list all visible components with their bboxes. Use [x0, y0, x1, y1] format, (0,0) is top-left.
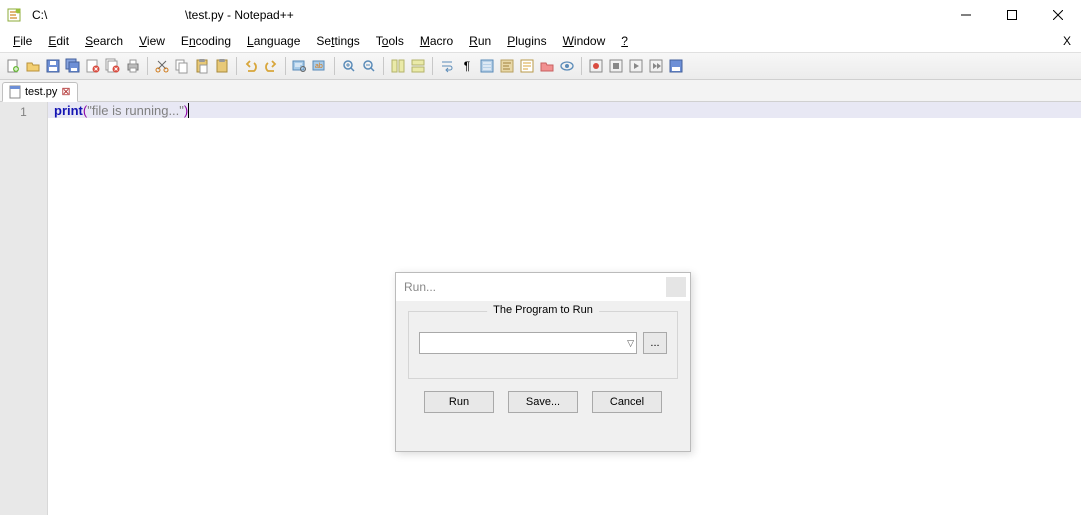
func-list-icon[interactable] — [518, 57, 536, 75]
play-icon[interactable] — [627, 57, 645, 75]
run-button[interactable]: Run — [424, 391, 494, 413]
save-icon[interactable] — [44, 57, 62, 75]
title-path: C:\ — [32, 8, 47, 22]
browse-button[interactable]: ... — [643, 332, 667, 354]
clipboard-icon[interactable] — [213, 57, 231, 75]
program-fieldset: The Program to Run ▽ ... — [408, 311, 678, 379]
save-macro-icon[interactable] — [667, 57, 685, 75]
menu-language[interactable]: Language — [240, 32, 307, 50]
find-icon[interactable] — [291, 57, 309, 75]
save-button[interactable]: Save... — [508, 391, 578, 413]
menu-settings[interactable]: Settings — [309, 32, 366, 50]
toolbar-separator — [581, 57, 582, 75]
menu-close-x[interactable]: X — [1063, 34, 1071, 48]
window-titlebar: C:\ \test.py - Notepad++ — [0, 0, 1081, 30]
menu-edit[interactable]: Edit — [41, 32, 76, 50]
toolbar-separator — [383, 57, 384, 75]
save-all-icon[interactable] — [64, 57, 82, 75]
folder-icon[interactable] — [538, 57, 556, 75]
title-document: \test.py - Notepad++ — [185, 8, 294, 22]
file-icon — [9, 85, 21, 99]
svg-text:ab: ab — [315, 63, 323, 70]
line-number: 1 — [0, 104, 47, 120]
copy-icon[interactable] — [173, 57, 191, 75]
open-file-icon[interactable] — [24, 57, 42, 75]
menu-plugins[interactable]: Plugins — [500, 32, 553, 50]
lang-icon[interactable] — [498, 57, 516, 75]
fieldset-legend: The Program to Run — [487, 304, 599, 316]
menu-bar: File Edit Search View Encoding Language … — [0, 30, 1081, 52]
toolbar-separator — [285, 57, 286, 75]
dialog-close-button[interactable] — [666, 277, 686, 297]
toolbar-separator — [236, 57, 237, 75]
menu-window[interactable]: Window — [556, 32, 613, 50]
print-icon[interactable] — [124, 57, 142, 75]
tab-label: test.py — [25, 86, 57, 98]
menu-tools[interactable]: Tools — [369, 32, 411, 50]
zoom-in-icon[interactable] — [340, 57, 358, 75]
indent-guide-icon[interactable] — [478, 57, 496, 75]
replace-icon[interactable]: ab — [311, 57, 329, 75]
new-file-icon[interactable] — [4, 57, 22, 75]
menu-help[interactable]: ? — [614, 32, 635, 50]
menu-view[interactable]: View — [132, 32, 172, 50]
menu-run[interactable]: Run — [462, 32, 498, 50]
line-number-gutter: 1 — [0, 102, 48, 515]
text-caret — [188, 103, 189, 118]
play-multi-icon[interactable] — [647, 57, 665, 75]
toolbar-separator — [334, 57, 335, 75]
close-button[interactable] — [1035, 0, 1081, 30]
toolbar: ab ¶ — [0, 52, 1081, 80]
code-line: print("file is running...") — [48, 102, 1081, 118]
menu-file[interactable]: File — [6, 32, 39, 50]
monitor-icon[interactable] — [558, 57, 576, 75]
menu-macro[interactable]: Macro — [413, 32, 460, 50]
minimize-button[interactable] — [943, 0, 989, 30]
stop-record-icon[interactable] — [607, 57, 625, 75]
toolbar-separator — [147, 57, 148, 75]
cut-icon[interactable] — [153, 57, 171, 75]
sync-v-icon[interactable] — [389, 57, 407, 75]
chevron-down-icon: ▽ — [627, 338, 634, 349]
close-all-icon[interactable] — [104, 57, 122, 75]
record-icon[interactable] — [587, 57, 605, 75]
dialog-title: Run... — [404, 280, 436, 294]
redo-icon[interactable] — [262, 57, 280, 75]
tab-test-py[interactable]: test.py ⊠ — [2, 82, 78, 102]
tab-bar: test.py ⊠ — [0, 80, 1081, 102]
all-chars-icon[interactable]: ¶ — [458, 57, 476, 75]
menu-search[interactable]: Search — [78, 32, 130, 50]
sync-h-icon[interactable] — [409, 57, 427, 75]
run-dialog: Run... The Program to Run ▽ ... Run Save… — [395, 272, 691, 452]
tab-close-icon[interactable]: ⊠ — [61, 87, 71, 97]
program-combobox[interactable]: ▽ — [419, 332, 637, 354]
close-file-icon[interactable] — [84, 57, 102, 75]
cancel-button[interactable]: Cancel — [592, 391, 662, 413]
zoom-out-icon[interactable] — [360, 57, 378, 75]
undo-icon[interactable] — [242, 57, 260, 75]
toolbar-separator — [432, 57, 433, 75]
dialog-titlebar: Run... — [396, 273, 690, 301]
app-icon — [6, 7, 22, 23]
menu-encoding[interactable]: Encoding — [174, 32, 238, 50]
wrap-icon[interactable] — [438, 57, 456, 75]
paste-icon[interactable] — [193, 57, 211, 75]
maximize-button[interactable] — [989, 0, 1035, 30]
